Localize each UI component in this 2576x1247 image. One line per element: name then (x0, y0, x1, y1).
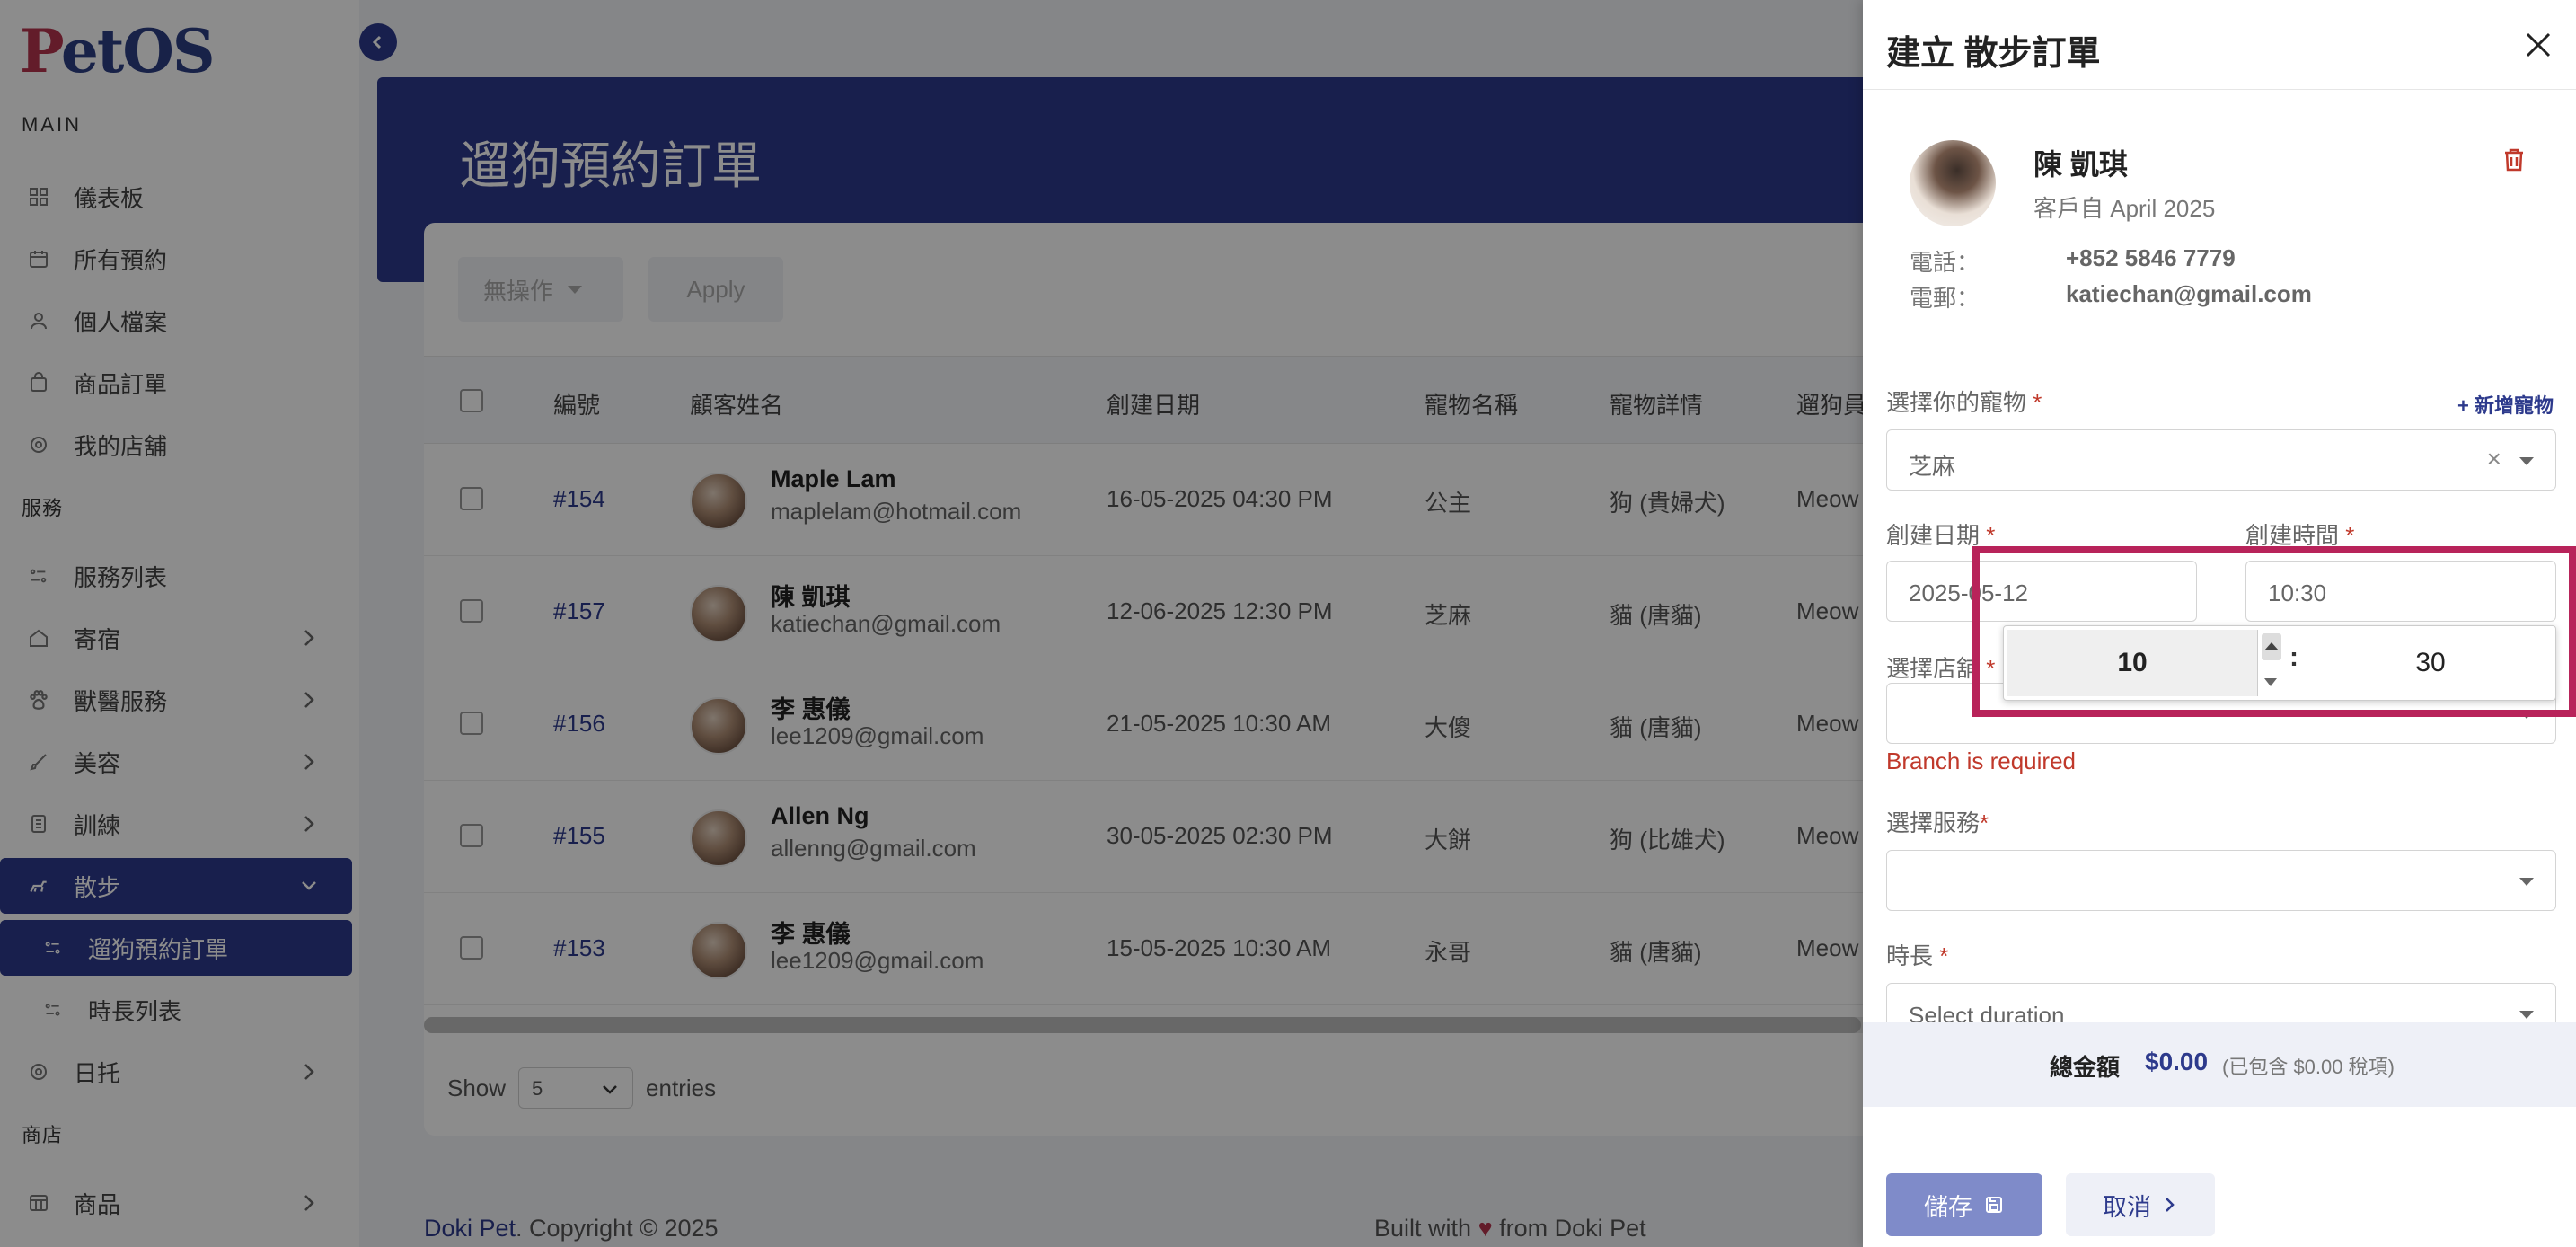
service-label-text: 選擇服務 (1886, 809, 1981, 836)
pet-select-value: 芝麻 (1909, 453, 1956, 480)
date-label-text: 創建日期 (1886, 522, 1981, 549)
customer-since: 客戶自 April 2025 (2033, 195, 2216, 222)
chevron-down-icon (2519, 878, 2534, 886)
trash-icon[interactable] (2502, 147, 2526, 172)
total-tax: (已包含 $0.00 稅項) (2222, 1056, 2395, 1078)
total-amount: $0.00 (2145, 1048, 2209, 1075)
total-summary: 總金額 $0.00 (已包含 $0.00 稅項) (1863, 1022, 2576, 1107)
customer-name: 陳 凱琪 (2033, 148, 2128, 181)
pet-select[interactable]: 芝麻 × (1886, 429, 2556, 491)
required-mark: * (2345, 522, 2355, 549)
duration-label-text: 時長 (1886, 942, 1934, 969)
branch-label-text: 選擇店舖 (1886, 655, 1981, 682)
duration-label: 時長 * (1886, 938, 1948, 971)
email-label: 電郵： (1910, 285, 1981, 312)
save-button[interactable]: 儲存 (1886, 1173, 2042, 1236)
customer-avatar (1910, 140, 1996, 226)
cancel-button[interactable]: 取消 (2066, 1173, 2215, 1236)
add-pet-link[interactable]: + 新增寵物 (2457, 390, 2554, 419)
chevron-right-icon (2166, 1198, 2175, 1212)
email-value: katiechan@gmail.com (2066, 280, 2312, 307)
drawer-header: 建立 散步訂單 (1863, 0, 2576, 90)
time-label-text: 創建時間 (2245, 522, 2340, 549)
chevron-down-icon (2519, 457, 2534, 465)
branch-error-message: Branch is required (1886, 747, 2076, 774)
save-icon (1986, 1197, 2002, 1213)
phone-label: 電話： (1910, 249, 1981, 276)
total-label: 總金額 (2050, 1054, 2121, 1081)
required-mark: * (1980, 809, 1989, 836)
modal-backdrop[interactable] (0, 0, 1863, 1247)
clear-icon[interactable]: × (2487, 445, 2501, 473)
cancel-button-label: 取消 (2103, 1193, 2151, 1221)
drawer-title: 建立 散步訂單 (1886, 35, 2101, 73)
required-mark: * (1986, 522, 1996, 549)
save-button-label: 儲存 (1924, 1193, 1972, 1221)
chevron-down-icon (2519, 1011, 2534, 1019)
close-icon[interactable] (2520, 27, 2556, 63)
pet-select-label-text: 選擇你的寵物 (1886, 389, 2027, 416)
required-mark: * (1939, 942, 1949, 969)
pet-select-label: 選擇你的寵物 * (1886, 385, 2042, 418)
service-label: 選擇服務* (1886, 805, 1989, 838)
required-mark: * (2033, 389, 2042, 416)
service-select[interactable] (1886, 850, 2556, 911)
phone-value: +852 5846 7779 (2066, 244, 2236, 271)
time-picker-highlight (1972, 546, 2576, 717)
